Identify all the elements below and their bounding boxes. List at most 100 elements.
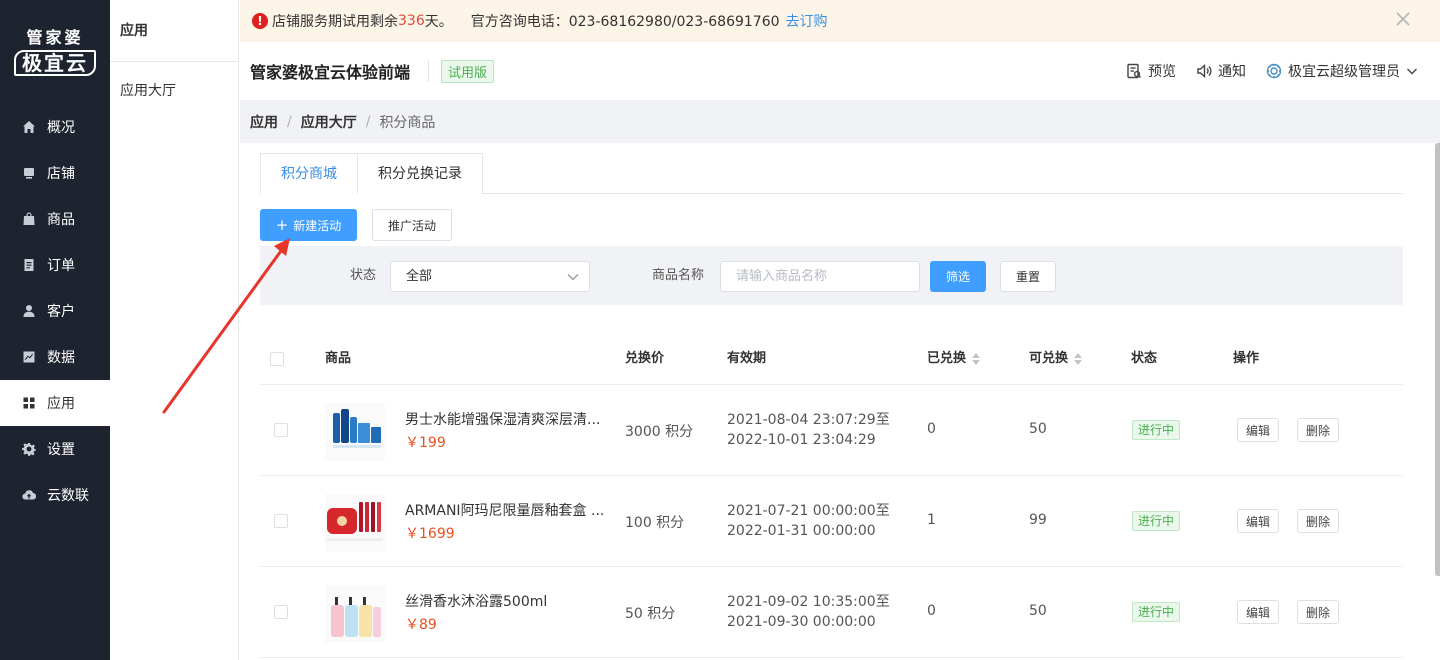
grid-icon <box>22 396 36 410</box>
validity-to: 2022-10-01 23:04:29 <box>727 432 876 448</box>
sidebar-item-label: 客户 <box>47 304 75 320</box>
goods-icon <box>22 212 36 226</box>
sidebar-item-apps[interactable]: 应用 <box>0 380 110 426</box>
redeemed-count: 1 <box>927 512 936 528</box>
reset-button[interactable]: 重置 <box>1000 261 1056 292</box>
cloud-icon <box>22 488 36 502</box>
sidebar-item-cloud[interactable]: 云数联 <box>0 472 110 518</box>
filter-button[interactable]: 筛选 <box>930 261 986 292</box>
top-header: 管家婆极宜云体验前端 试用版 预览 通知 极宜云超级管理员 <box>240 42 1440 100</box>
sort-icon[interactable] <box>1074 353 1083 365</box>
points-price: 100 积分 <box>625 515 685 531</box>
plus-icon: + <box>275 216 289 234</box>
sidebar-item-store[interactable]: 店铺 <box>0 150 110 196</box>
logo-bottom-text: 极宜云 <box>14 50 96 76</box>
breadcrumb-apps[interactable]: 应用 <box>250 112 278 132</box>
points-product-table: 商品 兑换价 有效期 已兑换 可兑换 状态 操作 男士水能增强保湿清爽深层清..… <box>260 333 1403 658</box>
home-icon <box>22 120 36 134</box>
sidebar-item-label: 概况 <box>47 120 75 136</box>
close-icon[interactable] <box>1396 12 1412 28</box>
product-name[interactable]: 丝滑香水沐浴露500ml <box>405 591 610 611</box>
edit-button[interactable]: 编辑 <box>1237 600 1279 624</box>
sidebar-item-label: 商品 <box>47 212 75 228</box>
sidebar-item-settings[interactable]: 设置 <box>0 426 110 472</box>
preview-label: 预览 <box>1148 64 1176 80</box>
col-validity: 有效期 <box>727 351 767 366</box>
notice-prefix: 店铺服务期试用剩余 <box>272 14 398 30</box>
validity-from: 2021-07-21 00:00:00至 <box>727 503 890 519</box>
product-price: ￥199 <box>405 435 446 451</box>
sidebar-item-label: 店铺 <box>47 166 75 182</box>
store-icon <box>22 166 36 180</box>
sidebar-item-overview[interactable]: 概况 <box>0 104 110 150</box>
promote-activity-button[interactable]: 推广活动 <box>372 209 452 241</box>
tab-bar: 积分商城 积分兑换记录 <box>260 153 1403 194</box>
header-actions: 预览 通知 极宜云超级管理员 <box>1106 42 1418 100</box>
preview-icon <box>1127 63 1141 79</box>
redeemed-count: 0 <box>927 421 936 437</box>
notify-button[interactable]: 通知 <box>1196 61 1246 81</box>
customer-icon <box>22 304 36 318</box>
warning-icon: ! <box>252 13 268 29</box>
col-status: 状态 <box>1131 351 1158 366</box>
edit-button[interactable]: 编辑 <box>1237 418 1279 442</box>
tab-redemption-records[interactable]: 积分兑换记录 <box>358 153 483 194</box>
secondary-menu-title: 应用 <box>110 0 238 62</box>
vertical-scrollbar[interactable] <box>1435 143 1440 576</box>
product-name[interactable]: ARMANI阿玛尼限量唇釉套盒 ... <box>405 500 610 520</box>
status-filter-label: 状态 <box>350 268 377 283</box>
row-checkbox[interactable] <box>274 605 288 619</box>
store-brand-name: 管家婆极宜云体验前端 <box>250 63 411 82</box>
notice-days: 336 <box>398 13 425 29</box>
new-activity-button[interactable]: + 新建活动 <box>260 209 357 241</box>
sidebar-item-label: 应用 <box>47 396 75 412</box>
breadcrumb-app-hall[interactable]: 应用大厅 <box>301 112 357 132</box>
col-redeemed[interactable]: 已兑换 <box>927 333 981 385</box>
main-area: ! 店铺服务期试用剩余 336 天。 官方咨询电话：023-68162980/023… <box>240 0 1440 660</box>
secondary-menu-item-app-hall[interactable]: 应用大厅 <box>110 62 238 120</box>
status-select[interactable]: 全部 <box>390 261 590 292</box>
redeemed-count: 0 <box>927 603 936 619</box>
edit-button[interactable]: 编辑 <box>1237 509 1279 533</box>
filter-bar: 状态 全部 商品名称 筛选 重置 <box>260 246 1403 305</box>
delete-button[interactable]: 删除 <box>1297 509 1339 533</box>
sidebar-item-data[interactable]: 数据 <box>0 334 110 380</box>
sort-icon[interactable] <box>972 353 981 365</box>
product-name-input[interactable] <box>720 261 920 292</box>
delete-button[interactable]: 删除 <box>1297 418 1339 442</box>
col-redeemed-label: 已兑换 <box>927 351 967 366</box>
sidebar-item-label: 数据 <box>47 350 75 366</box>
user-name: 极宜云超级管理员 <box>1288 64 1400 80</box>
status-badge: 进行中 <box>1132 511 1181 531</box>
row-checkbox[interactable] <box>274 514 288 528</box>
sidebar-item-customer[interactable]: 客户 <box>0 288 110 334</box>
brand-logo: 管家婆 极宜云 <box>0 24 110 76</box>
avatar-icon <box>1266 63 1282 79</box>
select-all-checkbox[interactable] <box>270 352 284 366</box>
order-icon <box>22 258 36 272</box>
user-menu[interactable]: 极宜云超级管理员 <box>1266 61 1418 81</box>
logo-top-text: 管家婆 <box>26 28 84 47</box>
col-available[interactable]: 可兑换 <box>1029 333 1083 385</box>
col-product: 商品 <box>325 351 352 366</box>
product-image-body-wash <box>325 585 385 643</box>
product-name[interactable]: 男士水能增强保湿清爽深层清... <box>405 409 610 429</box>
gear-icon <box>22 442 36 456</box>
table-row: 丝滑香水沐浴露500ml ￥89 50 积分 2021-09-02 10:35:… <box>260 567 1403 658</box>
sidebar-item-label: 订单 <box>47 258 75 274</box>
validity-to: 2021-09-30 00:00:00 <box>727 614 876 630</box>
app-root: 管家婆 极宜云 概况 店铺 商品 订单 客户 数据 应用 设置 云数联 应用 应… <box>0 0 1440 660</box>
product-image-skincare <box>325 403 385 461</box>
validity-from: 2021-09-02 10:35:00至 <box>727 594 890 610</box>
delete-button[interactable]: 删除 <box>1297 600 1339 624</box>
sidebar-item-order[interactable]: 订单 <box>0 242 110 288</box>
subscribe-link[interactable]: 去订购 <box>786 11 828 31</box>
row-checkbox[interactable] <box>274 423 288 437</box>
status-select-value: 全部 <box>406 269 433 284</box>
validity-to: 2022-01-31 00:00:00 <box>727 523 876 539</box>
product-price: ￥1699 <box>405 526 455 542</box>
sidebar-item-goods[interactable]: 商品 <box>0 196 110 242</box>
tab-points-mall[interactable]: 积分商城 <box>260 153 358 194</box>
points-price: 3000 积分 <box>625 424 694 440</box>
preview-button[interactable]: 预览 <box>1126 61 1176 81</box>
